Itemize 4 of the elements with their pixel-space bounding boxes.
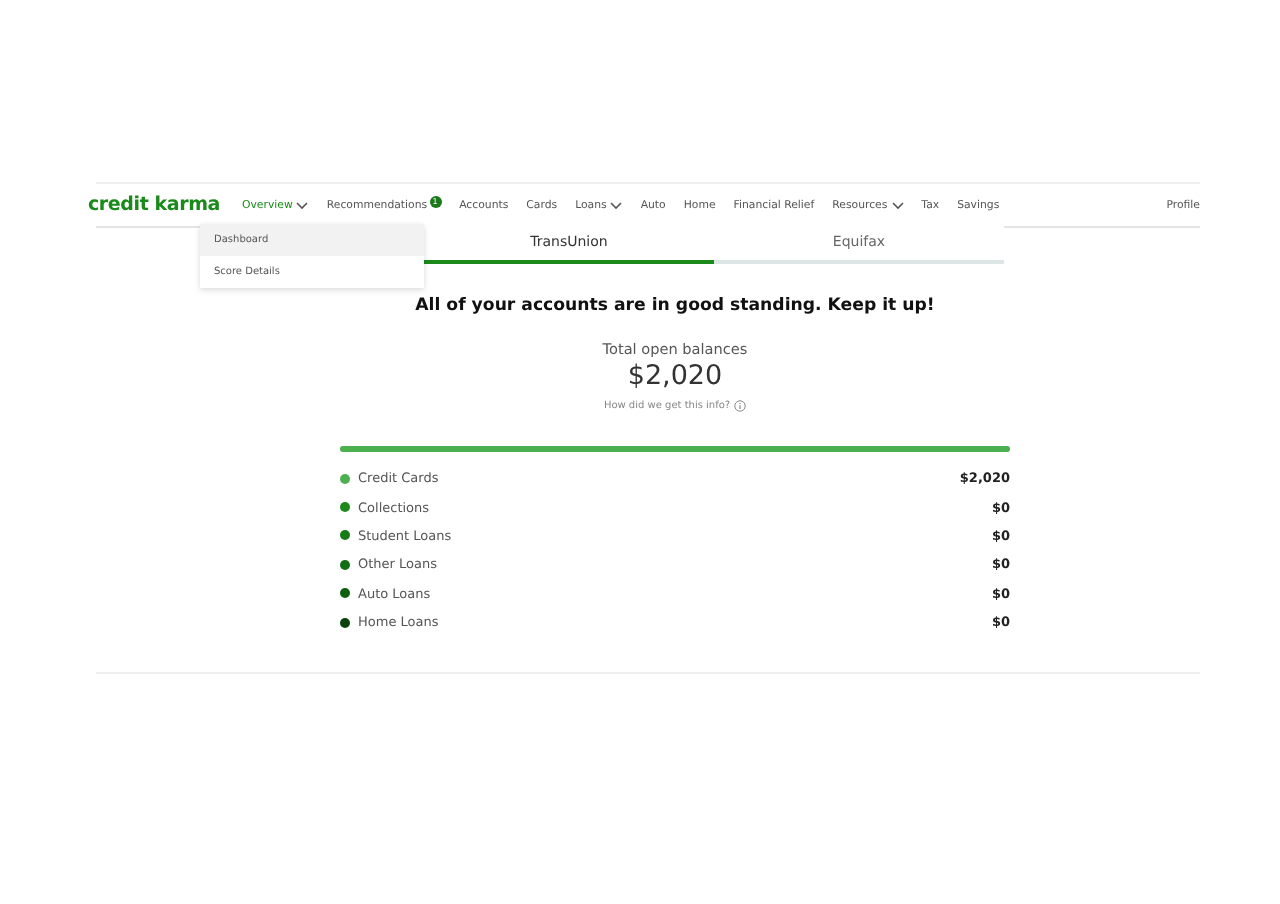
- status-heading: All of your accounts are in good standing. Keep it up!: [415, 296, 935, 316]
- balance-amount: $2,020: [627, 360, 723, 392]
- logo[interactable]: credit karma: [88, 194, 220, 216]
- info-icon[interactable]: [734, 400, 747, 412]
